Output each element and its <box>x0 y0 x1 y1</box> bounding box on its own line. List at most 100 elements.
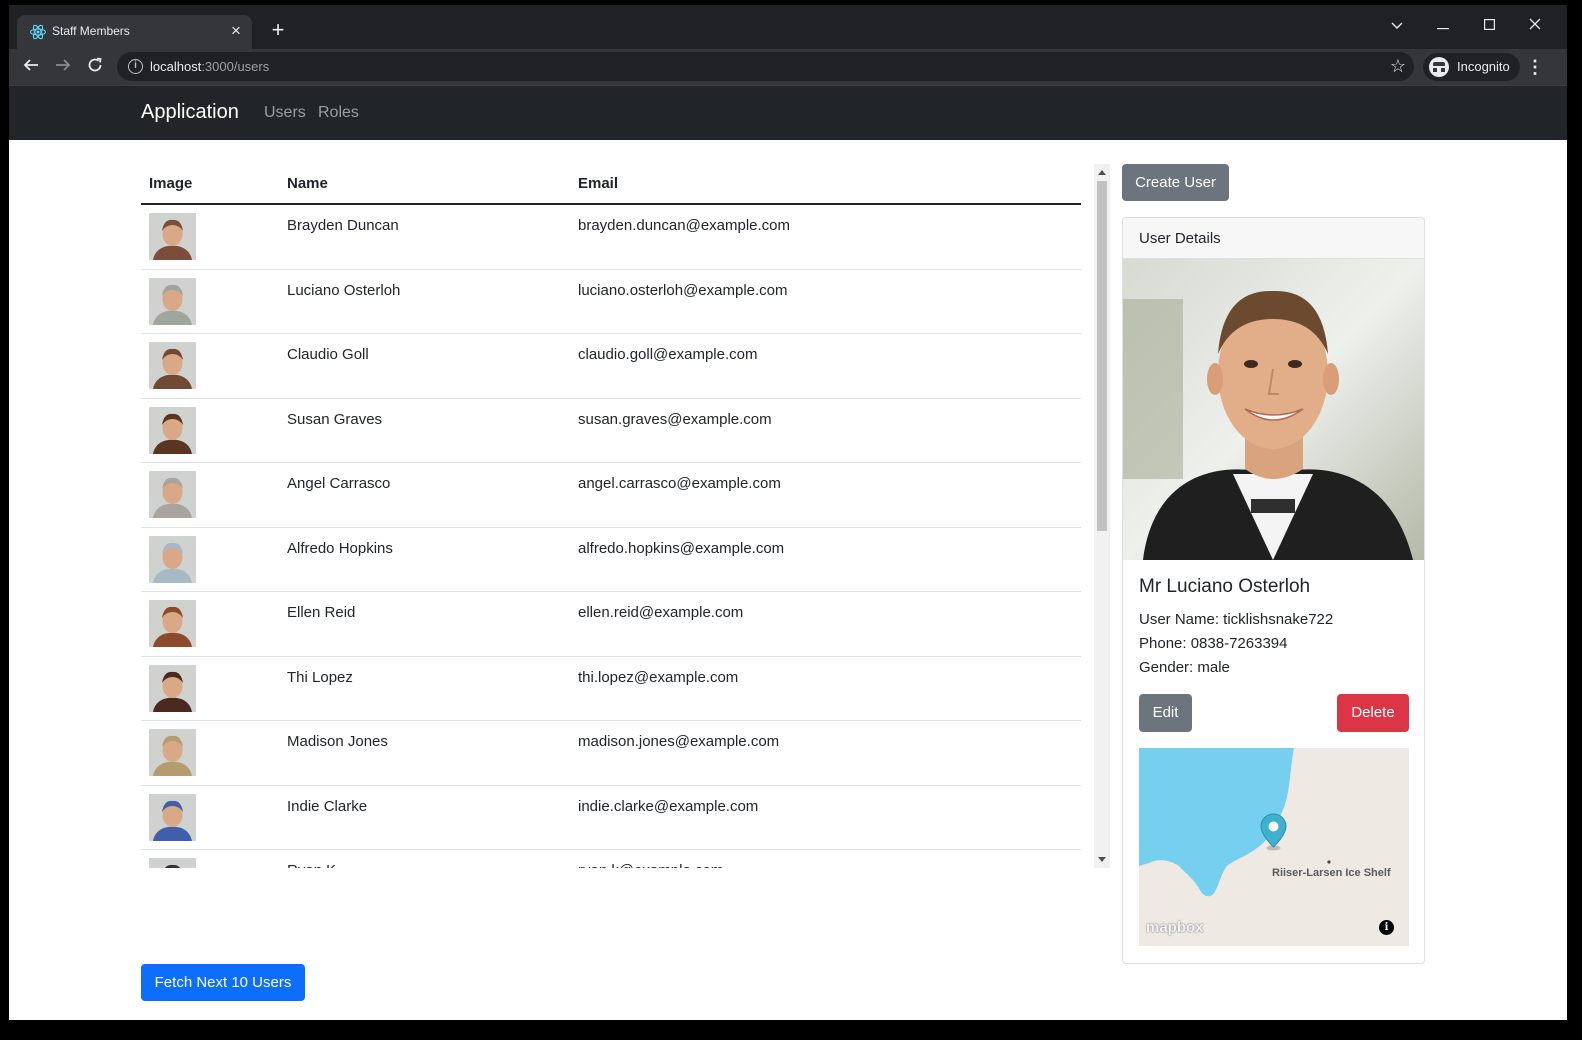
mapbox-logo[interactable]: mapbox <box>1146 919 1204 936</box>
user-name-cell: Alfredo Hopkins <box>287 539 393 557</box>
user-name-cell: Ellen Reid <box>287 604 356 621</box>
column-header-image: Image <box>149 175 193 192</box>
user-phone: Phone: 0838-7263394 <box>1139 635 1288 652</box>
delete-user-button[interactable]: Delete <box>1337 694 1409 732</box>
close-tab-icon[interactable]: × <box>226 20 246 42</box>
incognito-icon <box>1429 56 1449 77</box>
user-avatar <box>149 535 196 583</box>
back-button[interactable] <box>17 53 45 81</box>
user-email-cell: thi.lopez@example.com <box>578 668 739 686</box>
forward-button[interactable] <box>49 53 77 81</box>
fetch-next-users-button[interactable]: Fetch Next 10 Users <box>141 964 305 1001</box>
table-body: Brayden Duncan brayden.duncan@example.com… <box>141 205 1081 868</box>
user-email-cell: susan.graves@example.com <box>578 410 772 428</box>
map-attribution-icon[interactable]: i <box>1379 920 1394 935</box>
user-avatar <box>149 793 196 841</box>
incognito-badge[interactable]: Incognito <box>1423 53 1520 81</box>
user-name-cell: Brayden Duncan <box>287 217 399 234</box>
table-scrollbar[interactable] <box>1094 164 1110 868</box>
user-email-cell: ryan.k@example.com <box>578 862 723 868</box>
users-table: Image Name Email Brayden Duncan brayden.d… <box>141 164 1081 868</box>
table-row[interactable]: Alfredo Hopkins alfredo.hopkins@example.c… <box>141 528 1081 592</box>
user-avatar <box>149 600 196 647</box>
user-username: User Name: ticklishsnake722 <box>1139 611 1334 628</box>
reload-button[interactable] <box>81 53 109 81</box>
edit-user-button[interactable]: Edit <box>1139 694 1192 732</box>
user-name-cell: Angel Carrasco <box>287 475 391 492</box>
create-user-button[interactable]: Create User <box>1122 164 1229 201</box>
table-header: Image Name Email <box>141 164 1081 205</box>
user-email-cell: brayden.duncan@example.com <box>578 217 791 234</box>
user-email-cell: angel.carrasco@example.com <box>578 475 781 492</box>
browser-tab[interactable]: Staff Members × <box>17 15 252 49</box>
user-name-cell: Thi Lopez <box>287 668 353 686</box>
scroll-up-arrow[interactable] <box>1098 170 1106 175</box>
user-photo <box>1123 259 1424 560</box>
column-header-name: Name <box>287 175 328 192</box>
user-full-name: Mr Luciano Osterloh <box>1139 576 1311 597</box>
user-name-cell: Luciano Osterloh <box>287 281 401 299</box>
scroll-down-arrow[interactable] <box>1098 857 1106 862</box>
site-info-icon[interactable]: i <box>128 59 143 74</box>
react-icon <box>29 24 47 40</box>
user-avatar <box>149 858 196 868</box>
new-tab-button[interactable]: + <box>265 18 291 44</box>
user-avatar <box>149 277 196 325</box>
bookmark-star-icon[interactable]: ☆ <box>1390 55 1406 77</box>
minimize-button[interactable] <box>1423 11 1463 39</box>
user-info: Mr Luciano Osterloh User Name: ticklishs… <box>1139 576 1409 680</box>
user-name-cell: Claudio Goll <box>287 346 369 363</box>
user-details-card: User Details Mr Luciano Osterloh User Na… <box>1122 217 1425 964</box>
table-row[interactable]: Ellen Reid ellen.reid@example.com <box>141 592 1081 657</box>
user-avatar <box>149 729 196 776</box>
user-name-cell: Ryan K <box>287 862 336 868</box>
table-row[interactable]: Susan Graves susan.graves@example.com <box>141 399 1081 463</box>
user-avatar <box>149 342 196 389</box>
user-avatar <box>149 213 196 260</box>
table-row[interactable]: Ryan K ryan.k@example.com <box>141 850 1081 868</box>
nav-link-roles[interactable]: Roles <box>318 104 359 122</box>
close-window-button[interactable] <box>1515 11 1555 39</box>
user-avatar <box>149 664 196 712</box>
address-bar[interactable]: i localhost:3000/users ☆ <box>117 52 1414 81</box>
map-place-label: Riiser-Larsen Ice Shelf <box>1272 867 1391 879</box>
tab-title: Staff Members <box>52 24 130 38</box>
browser-menu-icon[interactable]: ⋮ <box>1525 53 1545 81</box>
user-avatar <box>149 406 196 454</box>
scrollbar-thumb[interactable] <box>1097 181 1107 531</box>
user-email-cell: alfredo.hopkins@example.com <box>578 539 785 557</box>
user-name-cell: Susan Graves <box>287 410 383 428</box>
tab-strip: Staff Members × + <box>9 5 1567 49</box>
user-gender: Gender: male <box>1139 659 1230 676</box>
location-map[interactable]: Riiser-Larsen Ice Shelf mapbox i <box>1139 748 1409 946</box>
reload-icon <box>88 57 102 72</box>
user-email-cell: madison.jones@example.com <box>578 733 780 750</box>
user-email-cell: luciano.osterloh@example.com <box>578 281 788 299</box>
column-header-email: Email <box>578 175 619 192</box>
maximize-button[interactable] <box>1469 11 1509 39</box>
user-email-cell: claudio.goll@example.com <box>578 346 758 363</box>
browser-window: Staff Members × + i localhost:3000/users… <box>9 5 1567 1020</box>
table-row[interactable]: Brayden Duncan brayden.duncan@example.com <box>141 205 1081 270</box>
user-name-cell: Indie Clarke <box>287 797 368 815</box>
tab-search-icon[interactable] <box>1377 11 1417 39</box>
table-row[interactable]: Luciano Osterloh luciano.osterloh@example… <box>141 270 1081 334</box>
back-arrow-icon <box>23 59 38 71</box>
table-row[interactable]: Madison Jones madison.jones@example.com <box>141 721 1081 786</box>
table-row[interactable]: Angel Carrasco angel.carrasco@example.com <box>141 463 1081 528</box>
user-avatar <box>149 471 196 518</box>
card-header: User Details <box>1123 218 1424 259</box>
user-email-cell: ellen.reid@example.com <box>578 604 744 621</box>
table-row[interactable]: Indie Clarke indie.clarke@example.com <box>141 786 1081 850</box>
user-email-cell: indie.clarke@example.com <box>578 797 759 815</box>
table-row[interactable]: Claudio Goll claudio.goll@example.com <box>141 334 1081 399</box>
nav-link-users[interactable]: Users <box>264 104 306 122</box>
app-navbar: Application Users Roles <box>9 85 1567 140</box>
forward-arrow-icon <box>56 59 71 71</box>
user-name-cell: Madison Jones <box>287 733 388 750</box>
navbar-brand[interactable]: Application <box>141 101 239 124</box>
browser-toolbar: i localhost:3000/users ☆ Incognito ⋮ <box>9 49 1567 85</box>
users-table-container: Image Name Email Brayden Duncan brayden.d… <box>141 164 1110 868</box>
map-marker-icon[interactable] <box>1260 813 1287 851</box>
table-row[interactable]: Thi Lopez thi.lopez@example.com <box>141 657 1081 721</box>
